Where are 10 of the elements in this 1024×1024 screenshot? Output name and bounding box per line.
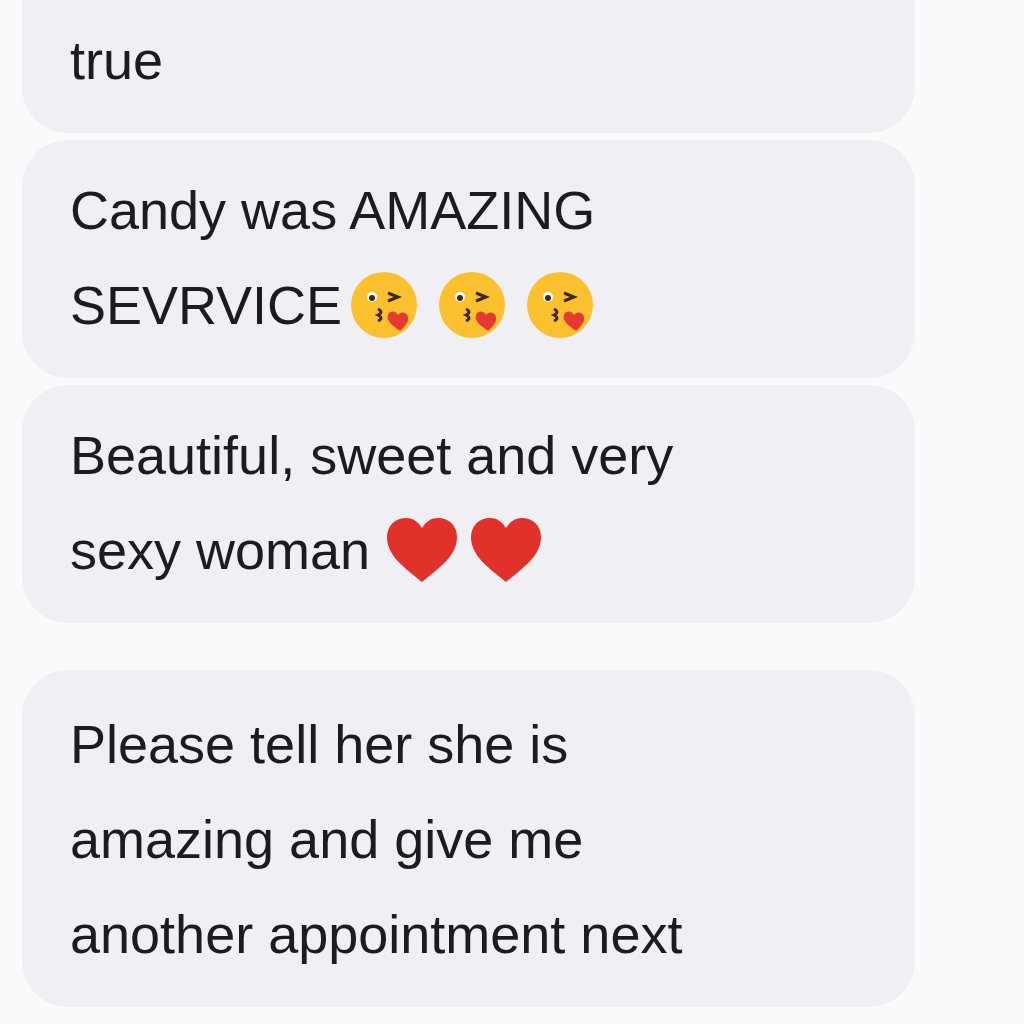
message-text: Beautiful, sweet and very [70, 423, 674, 486]
message-text: SEVRVICE [70, 273, 343, 336]
message-text: Please tell her she is [70, 712, 569, 775]
message-text: sexy woman [70, 518, 372, 581]
message-text: true [70, 28, 164, 91]
message-text: amazing and give me [70, 807, 584, 870]
message-text: Candy was AMAZING [70, 178, 596, 241]
message-text: another appointment next [70, 902, 683, 965]
heart-icon [469, 515, 544, 584]
heart-icon [385, 515, 460, 584]
